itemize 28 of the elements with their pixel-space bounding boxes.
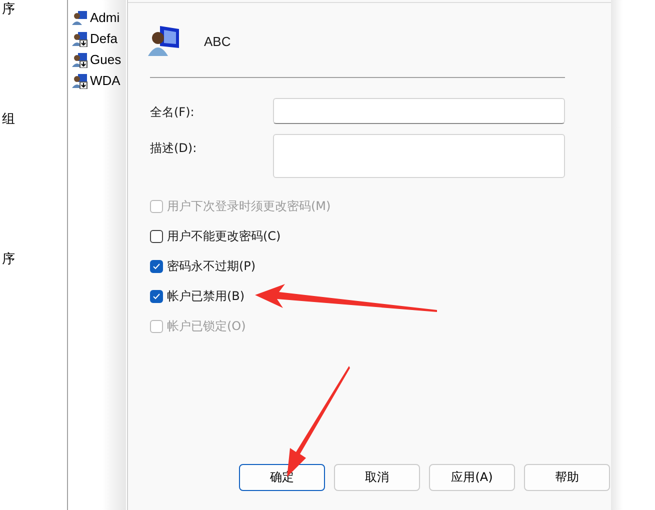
user-name[interactable]: Defa xyxy=(90,31,118,46)
dialog-button[interactable]: 应用(A) xyxy=(429,464,515,491)
checkbox-label: 用户下次登录时须更改密码(M) xyxy=(167,198,331,214)
nav-item[interactable]: 组 xyxy=(0,112,15,128)
field-label: 描述(D): xyxy=(150,140,198,157)
user-icon xyxy=(72,30,88,46)
checkbox-label: 密码永不过期(P) xyxy=(167,258,256,274)
user-icon xyxy=(72,10,88,26)
user-icon xyxy=(72,72,88,88)
dialog-button[interactable]: 取消 xyxy=(334,464,420,491)
checkbox-label: 帐户已锁定(O) xyxy=(167,318,246,334)
user-name: ABC xyxy=(204,34,231,48)
checkbox[interactable] xyxy=(150,260,163,272)
nav-item[interactable]: 序 xyxy=(0,252,15,268)
nav-item[interactable]: 序 xyxy=(0,2,15,18)
checkbox-label: 帐户已禁用(B) xyxy=(167,288,245,304)
checkbox[interactable] xyxy=(150,230,163,242)
checkbox-label: 用户不能更改密码(C) xyxy=(167,228,281,244)
description-field[interactable] xyxy=(273,134,565,178)
dialog-button[interactable]: 帮助 xyxy=(524,464,610,491)
user-name[interactable]: WDA xyxy=(90,73,120,88)
user-name[interactable]: Admi xyxy=(90,10,120,25)
user-name[interactable]: Gues xyxy=(90,52,122,67)
field-label: 全名(F): xyxy=(150,104,196,121)
user-icon xyxy=(148,24,182,58)
checkbox[interactable] xyxy=(150,290,163,302)
full-name-field[interactable] xyxy=(273,98,565,124)
user-icon xyxy=(72,52,88,68)
